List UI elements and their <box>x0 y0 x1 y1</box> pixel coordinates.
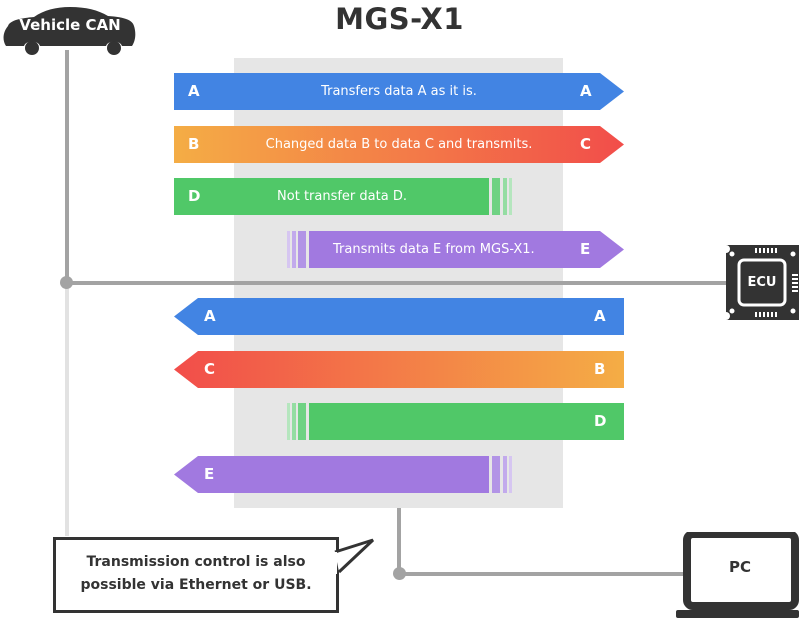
downstream-bar-d-blocked: D Not transfer data D. <box>174 178 514 215</box>
upstream-bar-e-generated: E <box>174 456 514 493</box>
upstream-bar-b-to-c: C B <box>174 351 624 388</box>
pc-connection-horizontal <box>399 572 687 576</box>
downstream-bar-a: A Transfers data A as it is. A <box>174 73 624 110</box>
pc-connection-vertical <box>397 508 401 576</box>
vehicle-can-junction-dot <box>60 276 73 289</box>
downstream-bar-b-to-c: B Changed data B to data C and transmits… <box>174 126 624 163</box>
input-label: A <box>594 307 606 325</box>
pc-junction-dot <box>393 567 406 580</box>
callout-pointer <box>333 538 375 574</box>
vehicle-can-line <box>65 50 69 284</box>
upstream-bar-d-blocked: D <box>287 403 624 440</box>
ecu-label: ECU <box>747 275 777 290</box>
input-label: D <box>594 412 607 430</box>
input-label: B <box>594 360 606 378</box>
callout-line-2: possible via Ethernet or USB. <box>80 577 312 593</box>
output-label: E <box>580 240 591 258</box>
bar-message: Changed data B to data C and transmits. <box>265 137 533 152</box>
output-label: C <box>204 360 216 378</box>
downstream-bar-e-generated: Transmits data E from MGS-X1. E <box>287 231 624 268</box>
output-label: A <box>204 307 216 325</box>
bar-message: Transfers data A as it is. <box>321 84 477 99</box>
bar-message: Transmits data E from MGS-X1. <box>333 242 535 257</box>
output-label: C <box>580 135 592 153</box>
callout-line-1: Transmission control is also <box>86 554 306 570</box>
vehicle-can-line-lower <box>65 284 69 536</box>
callout-text: Transmission control is also possible vi… <box>53 551 339 597</box>
output-label: E <box>204 465 215 483</box>
pc-label: PC <box>728 558 751 576</box>
bar-message: Not transfer data D. <box>277 189 407 204</box>
upstream-bar-a: A A <box>174 298 624 335</box>
vehicle-can-label: Vehicle CAN <box>19 16 121 34</box>
ecu-connection-line <box>67 281 730 285</box>
output-label: A <box>580 82 592 100</box>
